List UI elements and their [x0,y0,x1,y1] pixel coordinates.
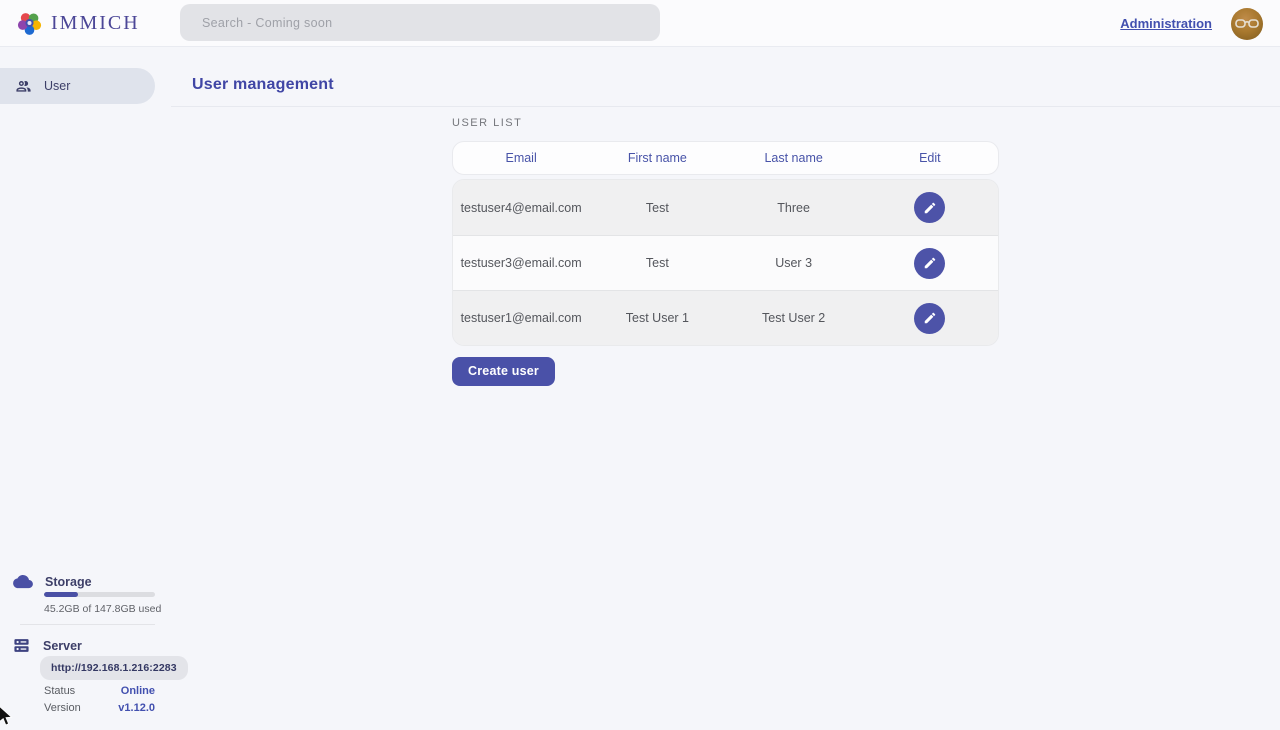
administration-link[interactable]: Administration [1120,16,1212,31]
search-input[interactable] [180,4,660,41]
cell-email: testuser1@email.com [453,311,589,325]
storage-progress-bar [44,592,155,597]
user-table-header: Email First name Last name Edit [452,141,999,175]
table-row: testuser4@email.com Test Three [453,180,998,235]
cell-last-name: Test User 2 [726,311,862,325]
cell-last-name: Three [726,201,862,215]
cell-email: testuser4@email.com [453,201,589,215]
version-label: Version [44,702,81,714]
storage-title: Storage [45,575,92,589]
footer-divider [20,624,155,625]
pencil-icon [923,311,937,325]
server-icon [13,637,30,654]
sidebar-item-label: User [44,79,70,93]
server-title: Server [43,639,82,653]
column-header-email: Email [453,151,589,165]
column-header-last-name: Last name [726,151,862,165]
users-icon [15,79,32,93]
pencil-icon [923,201,937,215]
version-value: v1.12.0 [118,702,155,714]
storage-usage-text: 45.2GB of 147.8GB used [44,603,161,615]
title-divider [171,106,1280,107]
logo-wordmark: IMMICH [51,12,140,35]
top-navbar: IMMICH Administration [0,0,1280,47]
sidebar-item-user[interactable]: User [0,68,155,104]
server-status-row: Status Online [44,685,155,697]
table-row: testuser3@email.com Test User 3 [453,235,998,290]
cloud-icon [13,575,33,589]
edit-user-button[interactable] [914,248,945,279]
server-url-badge: http://192.168.1.216:2283 [40,656,188,680]
cell-first-name: Test User 1 [589,311,725,325]
pencil-icon [923,256,937,270]
column-header-first-name: First name [589,151,725,165]
storage-progress-fill [44,592,78,597]
mouse-cursor [0,706,16,728]
column-header-edit: Edit [862,151,998,165]
cell-first-name: Test [589,256,725,270]
table-row: testuser1@email.com Test User 1 Test Use… [453,290,998,345]
create-user-button[interactable]: Create user [452,357,555,386]
page-title: User management [192,76,334,94]
status-value: Online [121,685,155,697]
status-label: Status [44,685,75,697]
avatar-glasses-detail [1235,18,1259,30]
cell-email: testuser3@email.com [453,256,589,270]
immich-flower-icon [16,10,43,37]
edit-user-button[interactable] [914,303,945,334]
cell-first-name: Test [589,201,725,215]
user-table-body: testuser4@email.com Test Three testuser3… [452,179,999,346]
user-avatar[interactable] [1231,8,1263,40]
cell-last-name: User 3 [726,256,862,270]
user-list-section-label: USER LIST [452,117,522,129]
edit-user-button[interactable] [914,192,945,223]
server-version-row: Version v1.12.0 [44,702,155,714]
immich-logo[interactable]: IMMICH [16,10,140,37]
